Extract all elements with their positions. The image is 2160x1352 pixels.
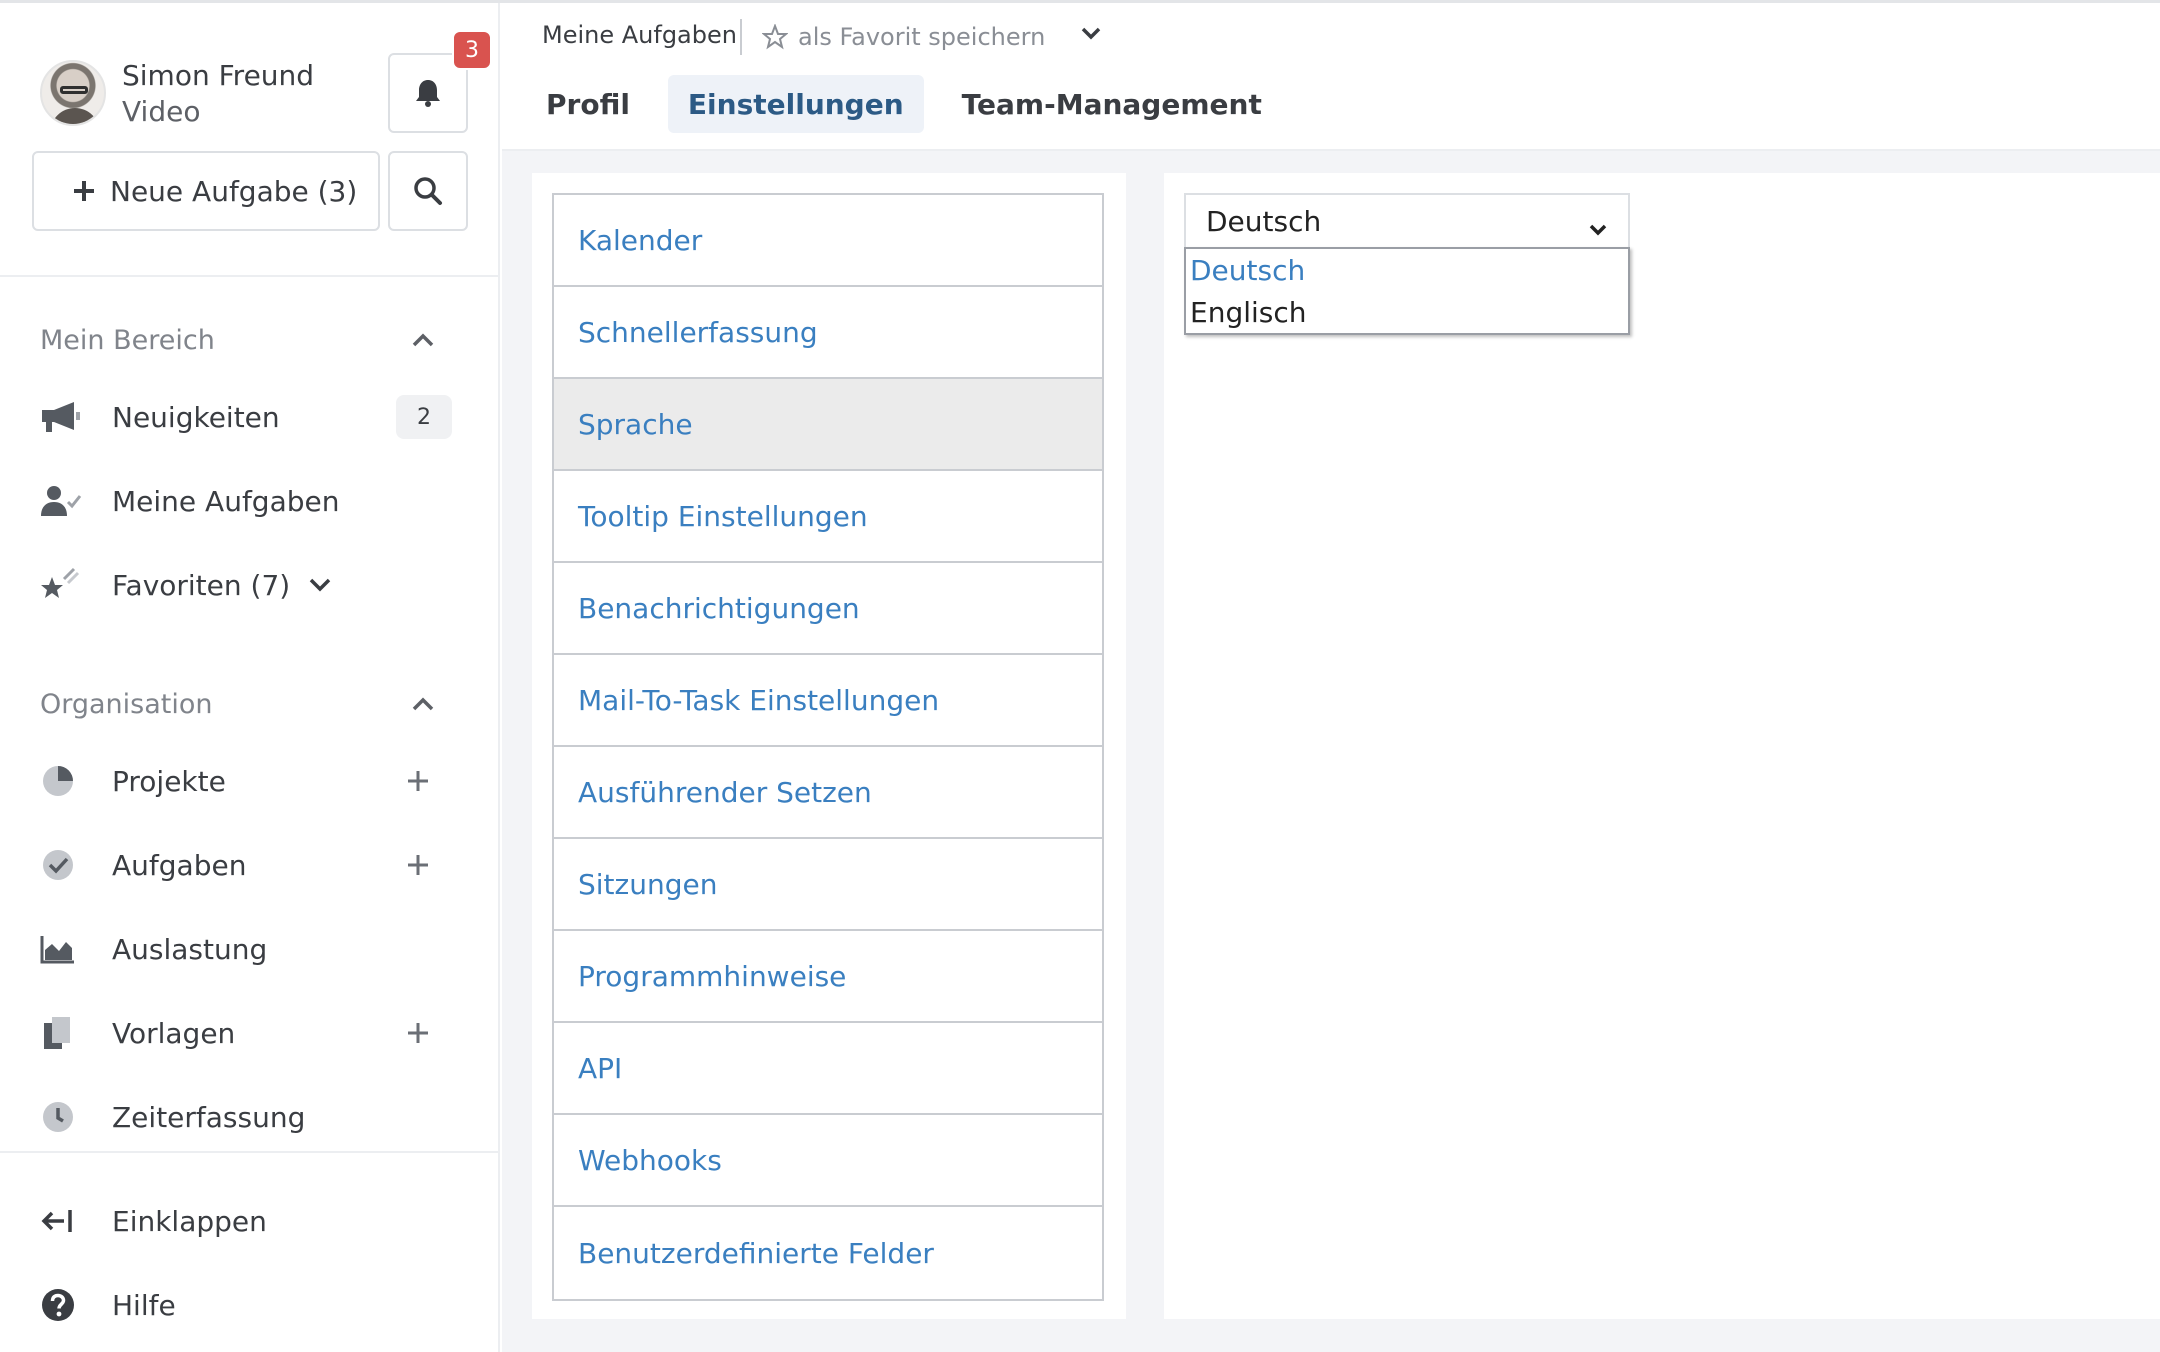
chevron-up-icon [412,697,434,711]
search-icon [414,177,442,205]
section-title-organisation: Organisation [40,689,213,720]
breadcrumb[interactable]: Meine Aufgaben [542,21,737,49]
chevron-down-icon [1589,224,1607,236]
settings-item-sprache[interactable]: Sprache [554,379,1102,471]
tab-bar: Profil Einstellungen Team-Management [526,75,1282,133]
notification-count-badge: 3 [452,30,492,70]
settings-item-ausfuehrender-setzen[interactable]: Ausführender Setzen [554,747,1102,839]
save-favorite-label: als Favorit speichern [798,23,1046,51]
chevron-up-icon [412,333,434,347]
chevron-down-icon [1081,27,1101,40]
sidebar-item-label: Aufgaben [112,848,247,882]
avatar-glasses [60,86,88,94]
sidebar-item-label: Vorlagen [112,1016,236,1050]
app-window: Simon Freund Video 3 Neue Aufgabe (3) Me… [0,0,2160,1352]
user-name[interactable]: Simon Freund [122,59,314,92]
megaphone-icon [42,402,80,432]
star-outline-icon [762,24,788,50]
check-circle-icon [43,850,73,880]
settings-item-tooltip-einstellungen[interactable]: Tooltip Einstellungen [554,471,1102,563]
chevron-down-icon [309,578,331,592]
help-button[interactable]: Hilfe [40,1275,460,1335]
tab-profil[interactable]: Profil [526,75,650,133]
sidebar-item-favoriten[interactable]: Favoriten (7) [40,555,460,615]
settings-item-kalender[interactable]: Kalender [554,195,1102,287]
settings-item-webhooks[interactable]: Webhooks [554,1115,1102,1207]
plus-icon [408,1023,428,1043]
sidebar-item-projekte[interactable]: Projekte [40,751,460,811]
sidebar-item-vorlagen[interactable]: Vorlagen [40,1003,460,1063]
settings-item-api[interactable]: API [554,1023,1102,1115]
sidebar-item-label: Auslastung [112,932,268,966]
settings-item-benutzerdefinierte-felder[interactable]: Benutzerdefinierte Felder [554,1207,1102,1299]
search-button[interactable] [388,151,468,231]
breadcrumb-dropdown-button[interactable] [1080,25,1102,45]
settings-item-benachrichtigungen[interactable]: Benachrichtigungen [554,563,1102,655]
clock-icon [43,1102,73,1132]
avatar-shoulders [50,108,100,124]
sidebar-item-zeiterfassung[interactable]: Zeiterfassung [40,1087,460,1147]
sidebar-item-label: Neuigkeiten [112,400,280,434]
collapse-mein-bereich-button[interactable] [408,325,438,355]
user-check-icon [41,486,82,516]
sidebar-divider [0,275,500,277]
settings-panel: Kalender Schnellerfassung Sprache Toolti… [532,173,1126,1319]
plus-icon [408,855,428,875]
sidebar-item-label: Projekte [112,764,226,798]
plus-icon [408,771,428,791]
help-label: Hilfe [112,1288,176,1322]
settings-item-sitzungen[interactable]: Sitzungen [554,839,1102,931]
settings-item-programmhinweise[interactable]: Programmhinweise [554,931,1102,1023]
new-task-button[interactable]: Neue Aufgabe (3) [32,151,380,231]
add-task-button[interactable] [400,847,436,883]
page-header: Meine Aufgaben als Favorit speichern Pro… [502,3,2160,151]
breadcrumb-divider [740,19,742,55]
collapse-organisation-button[interactable] [408,689,438,719]
pie-chart-icon [43,766,73,796]
documents-icon [44,1017,70,1049]
user-role: Video [122,95,201,128]
collapse-left-icon [41,1210,72,1232]
language-option-deutsch[interactable]: Deutsch [1186,249,1628,291]
select-chevron [1588,211,1608,244]
news-count-badge: 2 [396,395,452,439]
main-content: Kalender Schnellerfassung Sprache Toolti… [502,151,2160,1352]
sidebar-item-meine-aufgaben[interactable]: Meine Aufgaben [40,471,460,531]
settings-item-schnellerfassung[interactable]: Schnellerfassung [554,287,1102,379]
plus-icon [74,181,94,201]
language-select-value: Deutsch [1206,204,1322,238]
avatar[interactable] [40,60,106,126]
sidebar-item-auslastung[interactable]: Auslastung [40,919,460,979]
sidebar-item-aufgaben[interactable]: Aufgaben [40,835,460,895]
bell-icon [416,80,440,107]
area-chart-icon [40,936,74,964]
collapse-label: Einklappen [112,1204,267,1238]
sidebar-item-label: Zeiterfassung [112,1100,306,1134]
new-task-label: Neue Aufgabe (3) [110,174,358,208]
add-project-button[interactable] [400,763,436,799]
section-title-mein-bereich: Mein Bereich [40,325,215,356]
sidebar-item-neuigkeiten[interactable]: Neuigkeiten 2 [40,387,460,447]
expand-favorites-button[interactable] [308,577,332,593]
sidebar-item-label: Meine Aufgaben [112,484,340,518]
settings-item-mail-to-task[interactable]: Mail-To-Task Einstellungen [554,655,1102,747]
language-option-englisch[interactable]: Englisch [1186,291,1628,333]
sidebar-item-label: Favoriten (7) [112,568,291,602]
language-select[interactable]: Deutsch [1184,193,1630,247]
collapse-sidebar-button[interactable]: Einklappen [40,1191,460,1251]
sidebar-divider [0,1151,500,1153]
tab-einstellungen[interactable]: Einstellungen [667,75,924,133]
add-template-button[interactable] [400,1015,436,1051]
settings-list: Kalender Schnellerfassung Sprache Toolti… [552,193,1104,1301]
sidebar: Simon Freund Video 3 Neue Aufgabe (3) Me… [0,3,500,1352]
help-icon [42,1289,74,1321]
language-settings-panel: Deutsch Deutsch Englisch [1164,173,2160,1319]
tab-team-management[interactable]: Team-Management [942,75,1282,133]
language-options-list: Deutsch Englisch [1184,247,1630,335]
save-favorite-button[interactable]: als Favorit speichern [762,19,1045,55]
star-icon [41,567,80,598]
